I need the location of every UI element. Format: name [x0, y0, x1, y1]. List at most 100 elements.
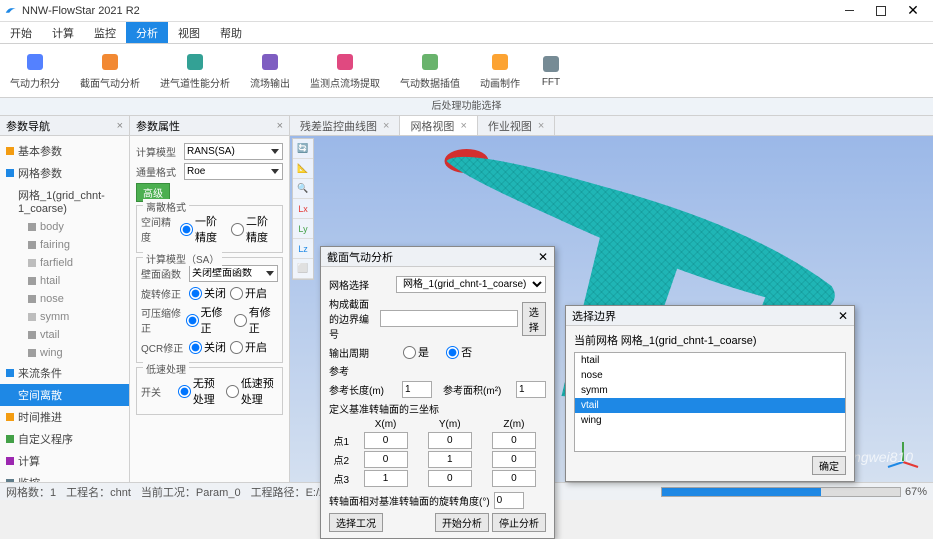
dlg1-title: 截面气动分析 [327, 249, 393, 265]
low-opt2[interactable]: 低速预处理 [226, 375, 278, 407]
tree-node-6[interactable]: htail [0, 272, 129, 290]
dlg2-item-nose[interactable]: nose [575, 368, 845, 383]
dlg1-start-button[interactable]: 开始分析 [435, 513, 489, 532]
tree-node-16[interactable]: 监控 [0, 472, 129, 482]
tree-node-8[interactable]: symm [0, 308, 129, 326]
sa-group-title: 计算模型（SA） [143, 251, 222, 266]
select-boundary-dialog: 选择边界✕ 当前网格 网格_1(grid_chnt-1_coarse) htai… [565, 305, 855, 482]
props-title: 参数属性 [136, 118, 180, 134]
menubar: 开始计算监控分析视图帮助 [0, 22, 933, 44]
qcr-off[interactable]: 关闭 [189, 339, 226, 355]
tree-node-11[interactable]: 来流条件 [0, 362, 129, 384]
dlg1-close-icon[interactable]: ✕ [538, 250, 548, 264]
flux-select[interactable]: Roe [184, 163, 283, 180]
nav-panel: 参数导航 × 基本参数网格参数网格_1(grid_chnt-1_coarse)bo… [0, 116, 130, 482]
dlg2-close-icon[interactable]: ✕ [838, 309, 848, 323]
tree-node-13[interactable]: 时间推进 [0, 406, 129, 428]
dlg2-item-symm[interactable]: symm [575, 383, 845, 398]
view-tabs: 残差监控曲线图×网格视图×作业视图× [290, 116, 933, 136]
dlg1-period-yes[interactable]: 是 [403, 344, 429, 360]
minimize-button[interactable] [833, 0, 865, 22]
menu-0[interactable]: 开始 [0, 22, 42, 43]
nav-close-icon[interactable]: × [117, 120, 123, 132]
tree-node-15[interactable]: 计算 [0, 450, 129, 472]
tree-node-1[interactable]: 网格参数 [0, 162, 129, 184]
tree-node-10[interactable]: wing [0, 344, 129, 362]
dlg2-title: 选择边界 [572, 308, 616, 324]
dlg1-select-button[interactable]: 选择 [522, 302, 546, 336]
flux-label: 通量格式 [136, 164, 180, 179]
section-analysis-dialog: 截面气动分析✕ 网格选择网格_1(grid_chnt-1_coarse) 构成截… [320, 246, 555, 539]
ribbon-6[interactable]: 动画制作 [476, 49, 524, 92]
low-opt1[interactable]: 无预处理 [178, 375, 222, 407]
nav-title: 参数导航 [6, 118, 50, 134]
progress-bar [661, 487, 901, 497]
dlg1-grid-select[interactable]: 网格_1(grid_chnt-1_coarse) [396, 276, 546, 293]
menu-3[interactable]: 分析 [126, 22, 168, 43]
tree-node-7[interactable]: nose [0, 290, 129, 308]
dlg1-points-table: X(m)Y(m)Z(m)点1点2点3 [329, 418, 546, 488]
disc-opt2[interactable]: 二阶精度 [231, 213, 278, 245]
dlg1-refarea-input[interactable] [516, 381, 546, 398]
tree-node-14[interactable]: 自定义程序 [0, 428, 129, 450]
ribbon-subtitle: 后处理功能选择 [0, 98, 933, 116]
titlebar: NNW-FlowStar 2021 R2 ✕ [0, 0, 933, 22]
comp-on[interactable]: 有修正 [234, 304, 278, 336]
ribbon-4[interactable]: 监测点流场提取 [306, 49, 384, 92]
rot-on[interactable]: 开启 [230, 285, 267, 301]
tree-node-2[interactable]: 网格_1(grid_chnt-1_coarse) [0, 184, 129, 218]
close-button[interactable]: ✕ [897, 0, 929, 22]
disc-opt1[interactable]: 一阶精度 [180, 213, 227, 245]
dlg1-cond-button[interactable]: 选择工况 [329, 513, 383, 532]
ribbon-1[interactable]: 截面气动分析 [76, 49, 144, 92]
low-group-title: 低速处理 [143, 361, 189, 376]
dlg1-stop-button[interactable]: 停止分析 [492, 513, 546, 532]
wall-select[interactable]: 关闭壁面函数 [189, 265, 278, 282]
comp-label: 可压缩修正 [141, 305, 182, 335]
calc-model-label: 计算模型 [136, 144, 180, 159]
tree-node-3[interactable]: body [0, 218, 129, 236]
dlg2-item-htail[interactable]: htail [575, 353, 845, 368]
dlg2-ok-button[interactable]: 确定 [812, 456, 846, 475]
props-close-icon[interactable]: × [277, 120, 283, 132]
ribbon-7[interactable]: FFT [536, 51, 566, 90]
menu-5[interactable]: 帮助 [210, 22, 252, 43]
menu-4[interactable]: 视图 [168, 22, 210, 43]
rot-off[interactable]: 关闭 [189, 285, 226, 301]
tab-2[interactable]: 作业视图× [478, 116, 555, 135]
dlg2-item-wing[interactable]: wing [575, 413, 845, 428]
app-logo-icon [4, 4, 18, 18]
progress-text: 67% [905, 486, 927, 498]
tab-0[interactable]: 残差监控曲线图× [290, 116, 400, 135]
tree-node-4[interactable]: fairing [0, 236, 129, 254]
calc-model-select[interactable]: RANS(SA) [184, 143, 283, 160]
menu-1[interactable]: 计算 [42, 22, 84, 43]
dlg2-list[interactable]: htailnosesymmvtailwing [574, 352, 846, 452]
tree-node-9[interactable]: vtail [0, 326, 129, 344]
ribbon-5[interactable]: 气动数据插值 [396, 49, 464, 92]
qcr-on[interactable]: 开启 [230, 339, 267, 355]
menu-2[interactable]: 监控 [84, 22, 126, 43]
dlg1-angle-input[interactable] [494, 492, 524, 509]
ribbon-3[interactable]: 流场输出 [246, 49, 294, 92]
props-panel: 参数属性× 计算模型RANS(SA) 通量格式Roe 高级 离散格式 空间精度 … [130, 116, 290, 482]
tree-node-12[interactable]: 空间离散 [0, 384, 129, 406]
tree-node-5[interactable]: farfield [0, 254, 129, 272]
low-label: 开关 [141, 384, 174, 399]
dlg1-period-no[interactable]: 否 [446, 344, 472, 360]
disc-group-title: 离散格式 [143, 199, 189, 214]
dlg1-bound-input[interactable] [380, 310, 518, 327]
dlg1-reflen-input[interactable] [402, 381, 432, 398]
tab-1[interactable]: 网格视图× [400, 116, 477, 135]
ribbon: 气动力积分截面气动分析进气道性能分析流场输出监测点流场提取气动数据插值动画制作 F… [0, 44, 933, 98]
ribbon-2[interactable]: 进气道性能分析 [156, 49, 234, 92]
rot-label: 旋转修正 [141, 286, 185, 301]
qcr-label: QCR修正 [141, 340, 185, 355]
ribbon-0[interactable]: 气动力积分 [6, 49, 64, 92]
maximize-button[interactable] [865, 0, 897, 22]
comp-off[interactable]: 无修正 [186, 304, 230, 336]
tree-node-0[interactable]: 基本参数 [0, 140, 129, 162]
disc-label: 空间精度 [141, 214, 176, 244]
dlg2-item-vtail[interactable]: vtail [575, 398, 845, 413]
nav-tree: 基本参数网格参数网格_1(grid_chnt-1_coarse)bodyfair… [0, 136, 129, 482]
